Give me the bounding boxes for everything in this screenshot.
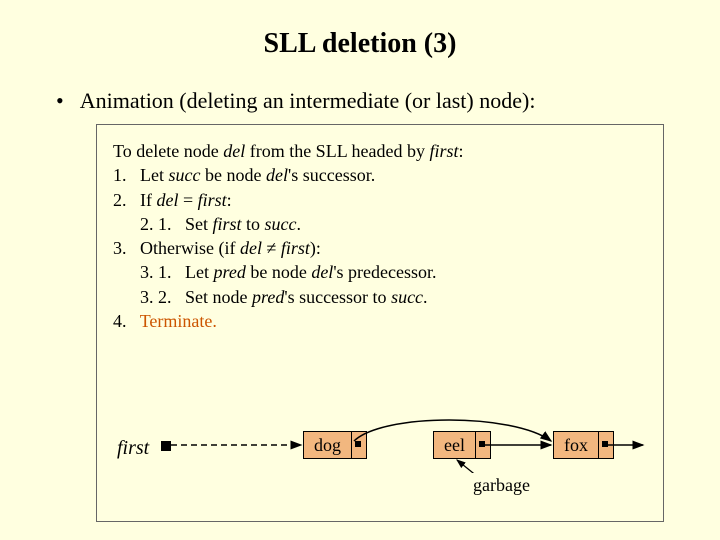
var-del: del [223,141,245,161]
algo-step-3: 3. Otherwise (if del ≠ first): [113,236,647,260]
text: 3. Otherwise (if [113,238,240,258]
text: 2. If [113,190,157,210]
text: To delete node [113,141,223,161]
var-del: del [157,190,179,210]
text: 's successor. [288,165,375,185]
text: 1. Let [113,165,169,185]
algo-step-1: 1. Let succ be node del's successor. [113,163,647,187]
var-succ: succ [265,214,297,234]
algorithm-box: To delete node del from the SLL headed b… [96,124,664,522]
algo-step-2-1: 2. 1. Set first to succ. [113,212,647,236]
text: 2. 1. Set [113,214,213,234]
var-del: del [240,238,262,258]
linked-list-diagram: first dog eel fox [113,431,647,509]
arrow-dog-to-fox [354,420,551,441]
text: . [423,287,428,307]
text: : [459,141,464,161]
text: . [297,214,302,234]
var-pred: pred [214,262,246,282]
algo-intro: To delete node del from the SLL headed b… [113,139,647,163]
algo-step-3-1: 3. 1. Let pred be node del's predecessor… [113,260,647,284]
bullet-animation: Animation (deleting an intermediate (or … [56,88,720,114]
text: to [242,214,265,234]
text: 's successor to [284,287,391,307]
text: from the SLL headed by [245,141,429,161]
algo-step-3-2: 3. 2. Set node pred's successor to succ. [113,285,647,309]
var-del: del [266,165,288,185]
text: 3. 1. Let [113,262,214,282]
text: be node [200,165,265,185]
arrows-svg [113,431,647,509]
text: = [179,190,198,210]
var-first: first [213,214,242,234]
slide-title: SLL deletion (3) [0,0,720,60]
algo-step-2: 2. If del = first: [113,188,647,212]
var-succ: succ [391,287,423,307]
terminate-text: Terminate. [140,311,217,331]
text: 3. 2. Set node [113,287,252,307]
var-first: first [429,141,458,161]
text: be node [246,262,311,282]
var-succ: succ [169,165,201,185]
text: : [227,190,232,210]
var-del: del [311,262,333,282]
slide: SLL deletion (3) Animation (deleting an … [0,0,720,540]
text: 's predecessor. [333,262,436,282]
var-pred: pred [252,287,284,307]
text: 4. [113,311,140,331]
var-first: first [198,190,227,210]
algo-step-4: 4. Terminate. [113,309,647,333]
var-first: first [281,238,310,258]
text: ≠ [262,238,281,258]
garbage-label: garbage [471,473,532,497]
text: ): [310,238,321,258]
